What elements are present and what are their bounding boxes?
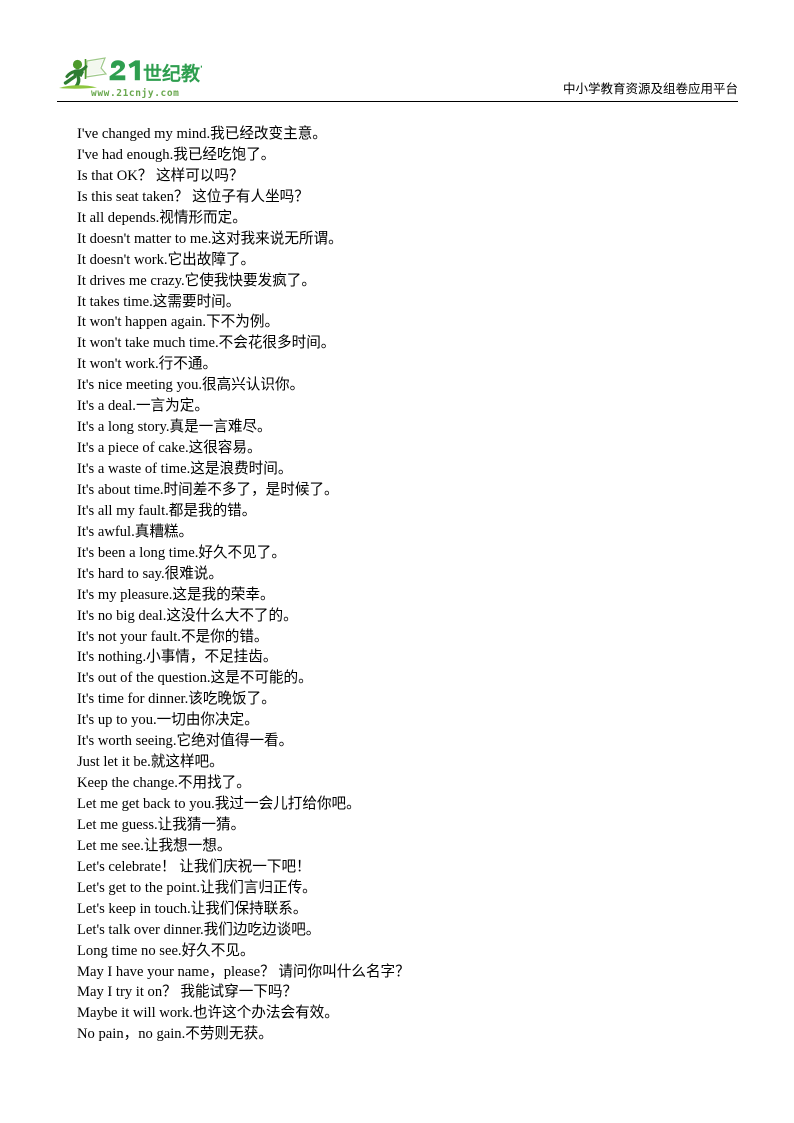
document-line: It doesn't matter to me.这对我来说无所谓。 <box>77 230 343 247</box>
document-line: I've had enough.我已经吃饱了。 <box>77 146 276 163</box>
document-line: No pain，no gain.不劳则无获。 <box>77 1026 273 1043</box>
site-logo: 世纪教育 www.21cnjy.com <box>57 57 202 101</box>
document-line: I've changed my mind.我已经改变主意。 <box>77 126 327 142</box>
document-line: It's worth seeing.它绝对值得一看。 <box>77 733 294 750</box>
document-line: It drives me crazy.它使我快要发疯了。 <box>77 272 316 289</box>
document-line: It takes time.这需要时间。 <box>77 293 241 310</box>
document-line: It's out of the question.这是不可能的。 <box>77 670 313 687</box>
document-line: Keep the change.不用找了。 <box>77 775 251 792</box>
document-line: Let's keep in touch.让我们保持联系。 <box>77 900 308 917</box>
header-divider <box>57 101 738 102</box>
header-tagline: 中小学教育资源及组卷应用平台 <box>562 81 738 96</box>
document-line: Just let it be.就这样吧。 <box>77 754 224 771</box>
document-line: It's awful.真糟糕。 <box>77 523 194 540</box>
document-line: It's time for dinner.该吃晚饭了。 <box>77 691 276 708</box>
document-line: Is that OK？ 这样可以吗？ <box>77 167 244 184</box>
document-line: It's a waste of time.这是浪费时间。 <box>77 461 293 477</box>
document-line: It's a piece of cake.这很容易。 <box>77 440 262 457</box>
document-line: It's hard to say.很难说。 <box>77 565 223 582</box>
document-line: May I have your name，please？ 请问你叫什么名字？ <box>77 963 410 980</box>
document-line: It won't happen again.下不为例。 <box>77 314 280 331</box>
running-person-with-flag-logo: 世纪教育 www.21cnjy.com <box>59 57 202 99</box>
document-line: It doesn't work.它出故障了。 <box>77 251 256 268</box>
document-line: Let's talk over dinner.我们边吃边谈吧。 <box>77 921 321 938</box>
document-line: May I try it on？ 我能试穿一下吗？ <box>77 984 298 1001</box>
document-line: Let me get back to you.我过一会儿打给你吧。 <box>77 796 361 812</box>
document-line: It's up to you.一切由你决定。 <box>77 712 259 729</box>
document-line: Is this seat taken？ 这位子有人坐吗？ <box>77 188 309 205</box>
document-line: It's no big deal.这没什么大不了的。 <box>77 607 298 624</box>
page-header: 世纪教育 www.21cnjy.com 中小学教育资源及组卷应用平台 <box>57 55 738 103</box>
document-line: It's nothing.小事情，不足挂齿。 <box>77 649 278 666</box>
document-line: It's about time.时间差不多了，是时候了。 <box>77 481 339 498</box>
document-line: It's my pleasure.这是我的荣幸。 <box>77 586 275 603</box>
document-line: It's a long story.真是一言难尽。 <box>77 419 272 436</box>
document-line: It won't work.行不通。 <box>77 356 218 373</box>
document-line: It's all my fault.都是我的错。 <box>77 502 257 519</box>
document-line: It all depends.视情形而定。 <box>77 209 247 226</box>
document-line: Long time no see.好久不见。 <box>77 942 255 959</box>
document-line: Let me see.让我想一想。 <box>77 837 232 854</box>
document-line: It won't take much time.不会花很多时间。 <box>77 335 336 352</box>
document-line: It's not your fault.不是你的错。 <box>77 628 269 645</box>
document-body: I've changed my mind.我已经改变主意。 I've had en… <box>77 124 737 1045</box>
document-line: Maybe it will work.也许这个办法会有效。 <box>77 1005 339 1022</box>
document-line: Let's celebrate！ 让我们庆祝一下吧！ <box>77 858 311 875</box>
document-line: Let's get to the point.让我们言归正传。 <box>77 879 317 896</box>
document-line: It's been a long time.好久不见了。 <box>77 544 286 561</box>
logo-url-text: www.21cnjy.com <box>91 88 179 99</box>
document-line: Let me guess.让我猜一猜。 <box>77 816 246 833</box>
logo-numerals <box>109 60 140 81</box>
document-line: It's a deal.一言为定。 <box>77 398 209 415</box>
logo-brand-text: 世纪教育 <box>143 62 202 85</box>
document-page: 世纪教育 www.21cnjy.com 中小学教育资源及组卷应用平台 I've … <box>0 0 794 1123</box>
document-line: It's nice meeting you.很高兴认识你。 <box>77 377 305 394</box>
